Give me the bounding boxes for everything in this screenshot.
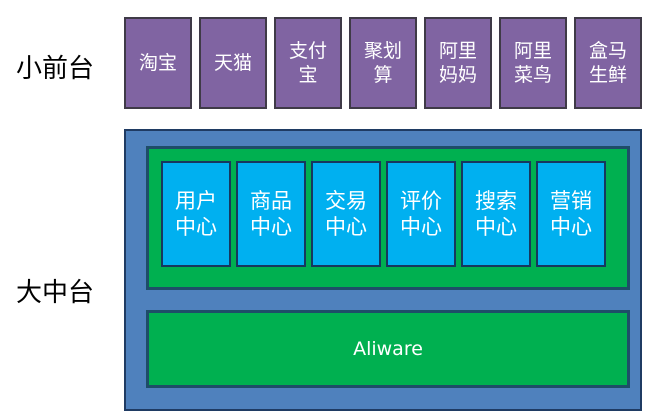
center-label: 用户中心	[175, 189, 217, 239]
front-app-box: 淘宝	[124, 17, 192, 109]
front-app-label: 淘宝	[138, 52, 177, 74]
front-app-label: 阿里菜鸟	[513, 40, 552, 86]
center-box: 营销中心	[536, 161, 606, 267]
center-box: 评价中心	[386, 161, 456, 267]
center-label: 营销中心	[550, 189, 592, 239]
front-app-label: 盒马生鲜	[588, 40, 627, 86]
center-label: 交易中心	[325, 189, 367, 239]
front-app-label: 聚划算	[363, 40, 402, 86]
center-box: 搜索中心	[461, 161, 531, 267]
front-app-box: 阿里妈妈	[424, 17, 492, 109]
front-app-box: 阿里菜鸟	[499, 17, 567, 109]
aliware-label: Aliware	[353, 338, 423, 360]
front-app-box: 天猫	[199, 17, 267, 109]
big-middle-label: 大中台	[16, 278, 95, 308]
center-label: 评价中心	[400, 189, 442, 239]
center-label: 商品中心	[250, 189, 292, 239]
front-app-box: 盒马生鲜	[574, 17, 642, 109]
front-app-label: 阿里妈妈	[438, 40, 477, 86]
center-box: 商品中心	[236, 161, 306, 267]
front-app-label: 支付宝	[288, 40, 327, 86]
front-app-label: 天猫	[213, 52, 252, 74]
center-label: 搜索中心	[475, 189, 517, 239]
center-box: 交易中心	[311, 161, 381, 267]
front-app-box: 聚划算	[349, 17, 417, 109]
center-box: 用户中心	[161, 161, 231, 267]
front-app-box: 支付宝	[274, 17, 342, 109]
small-front-label: 小前台	[16, 54, 95, 84]
aliware-box: Aliware	[146, 310, 630, 388]
